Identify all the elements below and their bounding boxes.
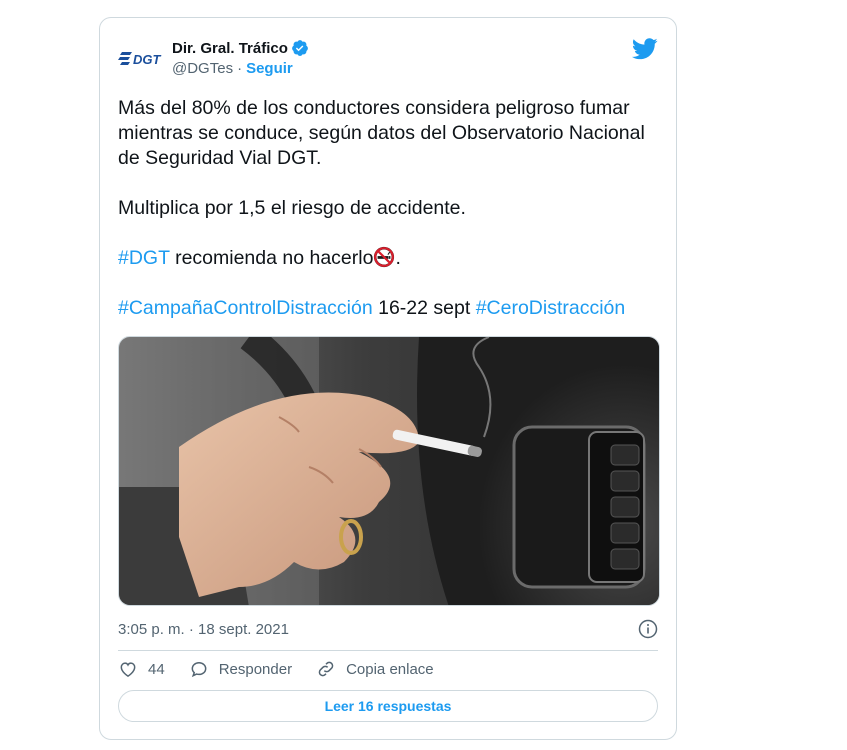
author-handle[interactable]: @DGTes — [172, 60, 233, 77]
reply-label: Responder — [218, 660, 293, 678]
info-icon[interactable] — [638, 619, 658, 639]
verified-badge-icon — [292, 40, 308, 56]
tweet-paragraph-3-end: . — [395, 247, 401, 269]
no-smoking-icon — [374, 246, 395, 268]
tweet-header: DGT Dir. Gral. Tráfico @DGTes · Seguir — [118, 38, 658, 82]
like-button[interactable]: 44 — [118, 659, 165, 679]
handle-separator: · — [237, 60, 243, 77]
hashtag-campana[interactable]: #CampañaControlDistracción — [118, 297, 373, 319]
svg-text:DGT: DGT — [133, 52, 162, 67]
dgt-logo-avatar[interactable]: DGT — [118, 38, 166, 78]
tweet-paragraph-2: Multiplica por 1,5 el riesgo de accident… — [118, 197, 466, 219]
author-names: Dir. Gral. Tráfico @DGTes · Seguir — [172, 38, 309, 77]
tweet-paragraph-1: Más del 80% de los conductores considera… — [118, 97, 645, 169]
tweet-paragraph-3: #DGT recomienda no hacerlo . — [118, 246, 663, 271]
reply-bubble-icon — [191, 661, 207, 678]
tweet-text: Más del 80% de los conductores considera… — [118, 96, 663, 321]
divider — [118, 650, 658, 651]
read-replies-button[interactable]: Leer 16 respuestas — [118, 690, 658, 722]
tweet-paragraph-3-text: recomienda no hacerlo — [169, 247, 374, 269]
copy-link-label: Copia enlace — [346, 660, 434, 678]
copy-link-button[interactable]: Copia enlace — [316, 659, 434, 679]
hashtag-cerodistraccion[interactable]: #CeroDistracción — [476, 297, 626, 319]
tweet-timestamp[interactable]: 3:05 p. m. · 18 sept. 2021 — [118, 621, 289, 638]
reply-button[interactable]: Responder — [189, 659, 292, 679]
tweet-actions: 44 Responder Copia enlace — [118, 658, 658, 680]
tweet-card: DGT Dir. Gral. Tráfico @DGTes · Seguir M… — [99, 17, 677, 740]
like-count: 44 — [148, 660, 165, 678]
tweet-photo[interactable] — [118, 336, 660, 606]
tweet-paragraph-4: #CampañaControlDistracción 16-22 sept #C… — [118, 296, 663, 321]
twitter-bird-icon[interactable] — [632, 38, 658, 60]
follow-button[interactable]: Seguir — [246, 60, 293, 77]
hashtag-dgt[interactable]: #DGT — [118, 247, 170, 269]
tweet-paragraph-4-text: 16-22 sept — [372, 297, 476, 319]
tweet-meta: 3:05 p. m. · 18 sept. 2021 — [118, 619, 658, 639]
heart-icon — [120, 662, 136, 677]
author-display-name[interactable]: Dir. Gral. Tráfico — [172, 40, 288, 57]
photo-hand-holding-cigarette-in-car — [119, 337, 659, 605]
link-icon — [318, 661, 334, 677]
dgt-logo-icon: DGT — [118, 52, 162, 67]
